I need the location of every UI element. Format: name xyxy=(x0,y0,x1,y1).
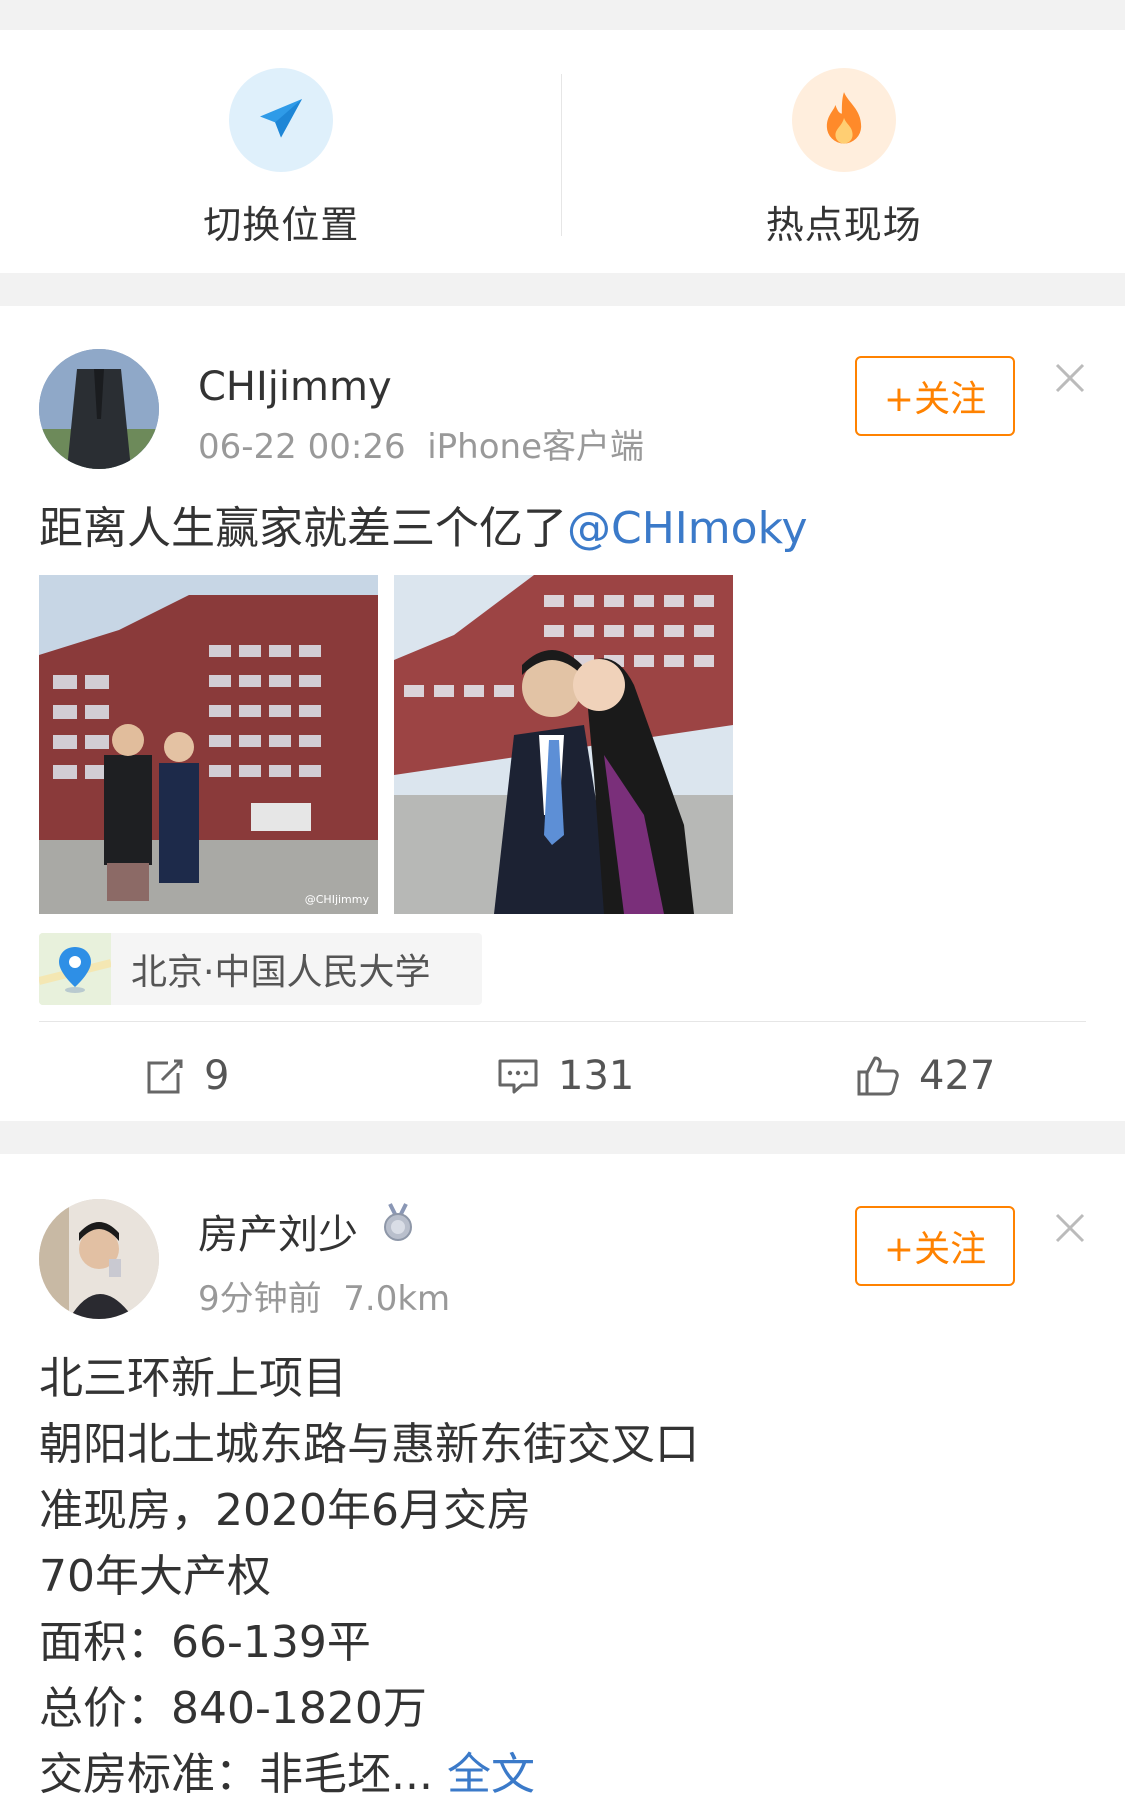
hot-spot-label: 热点现场 xyxy=(765,203,922,247)
like-count: 427 xyxy=(919,1053,996,1099)
switch-location-button[interactable]: 切换位置 xyxy=(0,30,563,273)
post-time: 06-22 00:26 xyxy=(198,427,406,467)
follow-button[interactable]: +关注 xyxy=(855,356,1015,436)
post-body: 距离人生赢家就差三个亿了 xyxy=(39,503,567,554)
share-icon xyxy=(147,1059,183,1094)
avatar[interactable] xyxy=(39,349,159,469)
post-text-line: 朝阳北土城东路与惠新东街交叉口 xyxy=(39,1419,699,1470)
repost-button[interactable]: 9 xyxy=(144,1036,229,1116)
repost-count: 9 xyxy=(204,1053,230,1099)
comment-button[interactable]: 131 xyxy=(496,1036,634,1116)
post-text: 距离人生赢家就差三个亿了@CHImoky xyxy=(39,496,808,562)
post-text-truncated: 交房标准：非毛坯... xyxy=(39,1749,433,1800)
divider xyxy=(39,1021,1086,1022)
post-time: 9分钟前 xyxy=(198,1279,322,1319)
post-distance: 7.0km xyxy=(343,1279,451,1319)
read-more-link[interactable]: 全文 xyxy=(447,1749,535,1800)
medal-icon xyxy=(378,1202,418,1242)
location-tag[interactable]: 北京·中国人民大学 xyxy=(39,933,482,1005)
post-source: iPhone客户端 xyxy=(427,427,644,467)
map-pin-icon xyxy=(39,933,112,1005)
post-text-line: 70年大产权 xyxy=(39,1551,271,1602)
post-meta: 9分钟前 7.0km xyxy=(198,1271,450,1320)
post-photo[interactable]: @CHIjimmy xyxy=(39,575,378,914)
photo-watermark: @CHIjimmy xyxy=(305,893,370,906)
comment-icon xyxy=(498,1059,538,1094)
like-button[interactable]: 427 xyxy=(855,1036,995,1116)
post-text-line: 总价：840-1820万 xyxy=(39,1683,427,1734)
post-photo[interactable] xyxy=(394,575,733,914)
quick-links-panel: 切换位置 热点现场 xyxy=(0,30,1125,273)
fire-icon xyxy=(791,68,896,172)
hot-spot-button[interactable]: 热点现场 xyxy=(563,30,1125,273)
username[interactable]: 房产刘少 xyxy=(198,1202,358,1260)
divider xyxy=(561,74,562,236)
username[interactable]: CHIjimmy xyxy=(198,364,392,410)
post-text-line: 交房标准：非毛坯... 全文 xyxy=(39,1742,535,1808)
thumbs-up-icon xyxy=(857,1056,899,1096)
post-text-line: 面积：66-139平 xyxy=(39,1617,371,1668)
switch-location-label: 切换位置 xyxy=(203,203,360,247)
airplane-icon xyxy=(229,68,334,172)
post-card: CHIjimmy 06-22 00:26 iPhone客户端 +关注 距离人生赢… xyxy=(0,306,1125,1121)
post-text-line: 北三环新上项目 xyxy=(39,1353,347,1404)
mention-link[interactable]: @CHImoky xyxy=(567,503,808,554)
avatar[interactable] xyxy=(39,1199,159,1319)
post-meta: 06-22 00:26 iPhone客户端 xyxy=(198,419,644,468)
follow-button[interactable]: +关注 xyxy=(855,1206,1015,1286)
close-icon[interactable] xyxy=(1054,362,1086,394)
close-icon[interactable] xyxy=(1054,1212,1086,1244)
post-card: 房产刘少 9分钟前 7.0km +关注 北三环新上项目 朝阳北土城东路与惠新东街… xyxy=(0,1154,1125,1808)
location-label: 北京·中国人民大学 xyxy=(131,952,431,993)
post-text-line: 准现房，2020年6月交房 xyxy=(39,1485,531,1536)
comment-count: 131 xyxy=(558,1053,635,1099)
